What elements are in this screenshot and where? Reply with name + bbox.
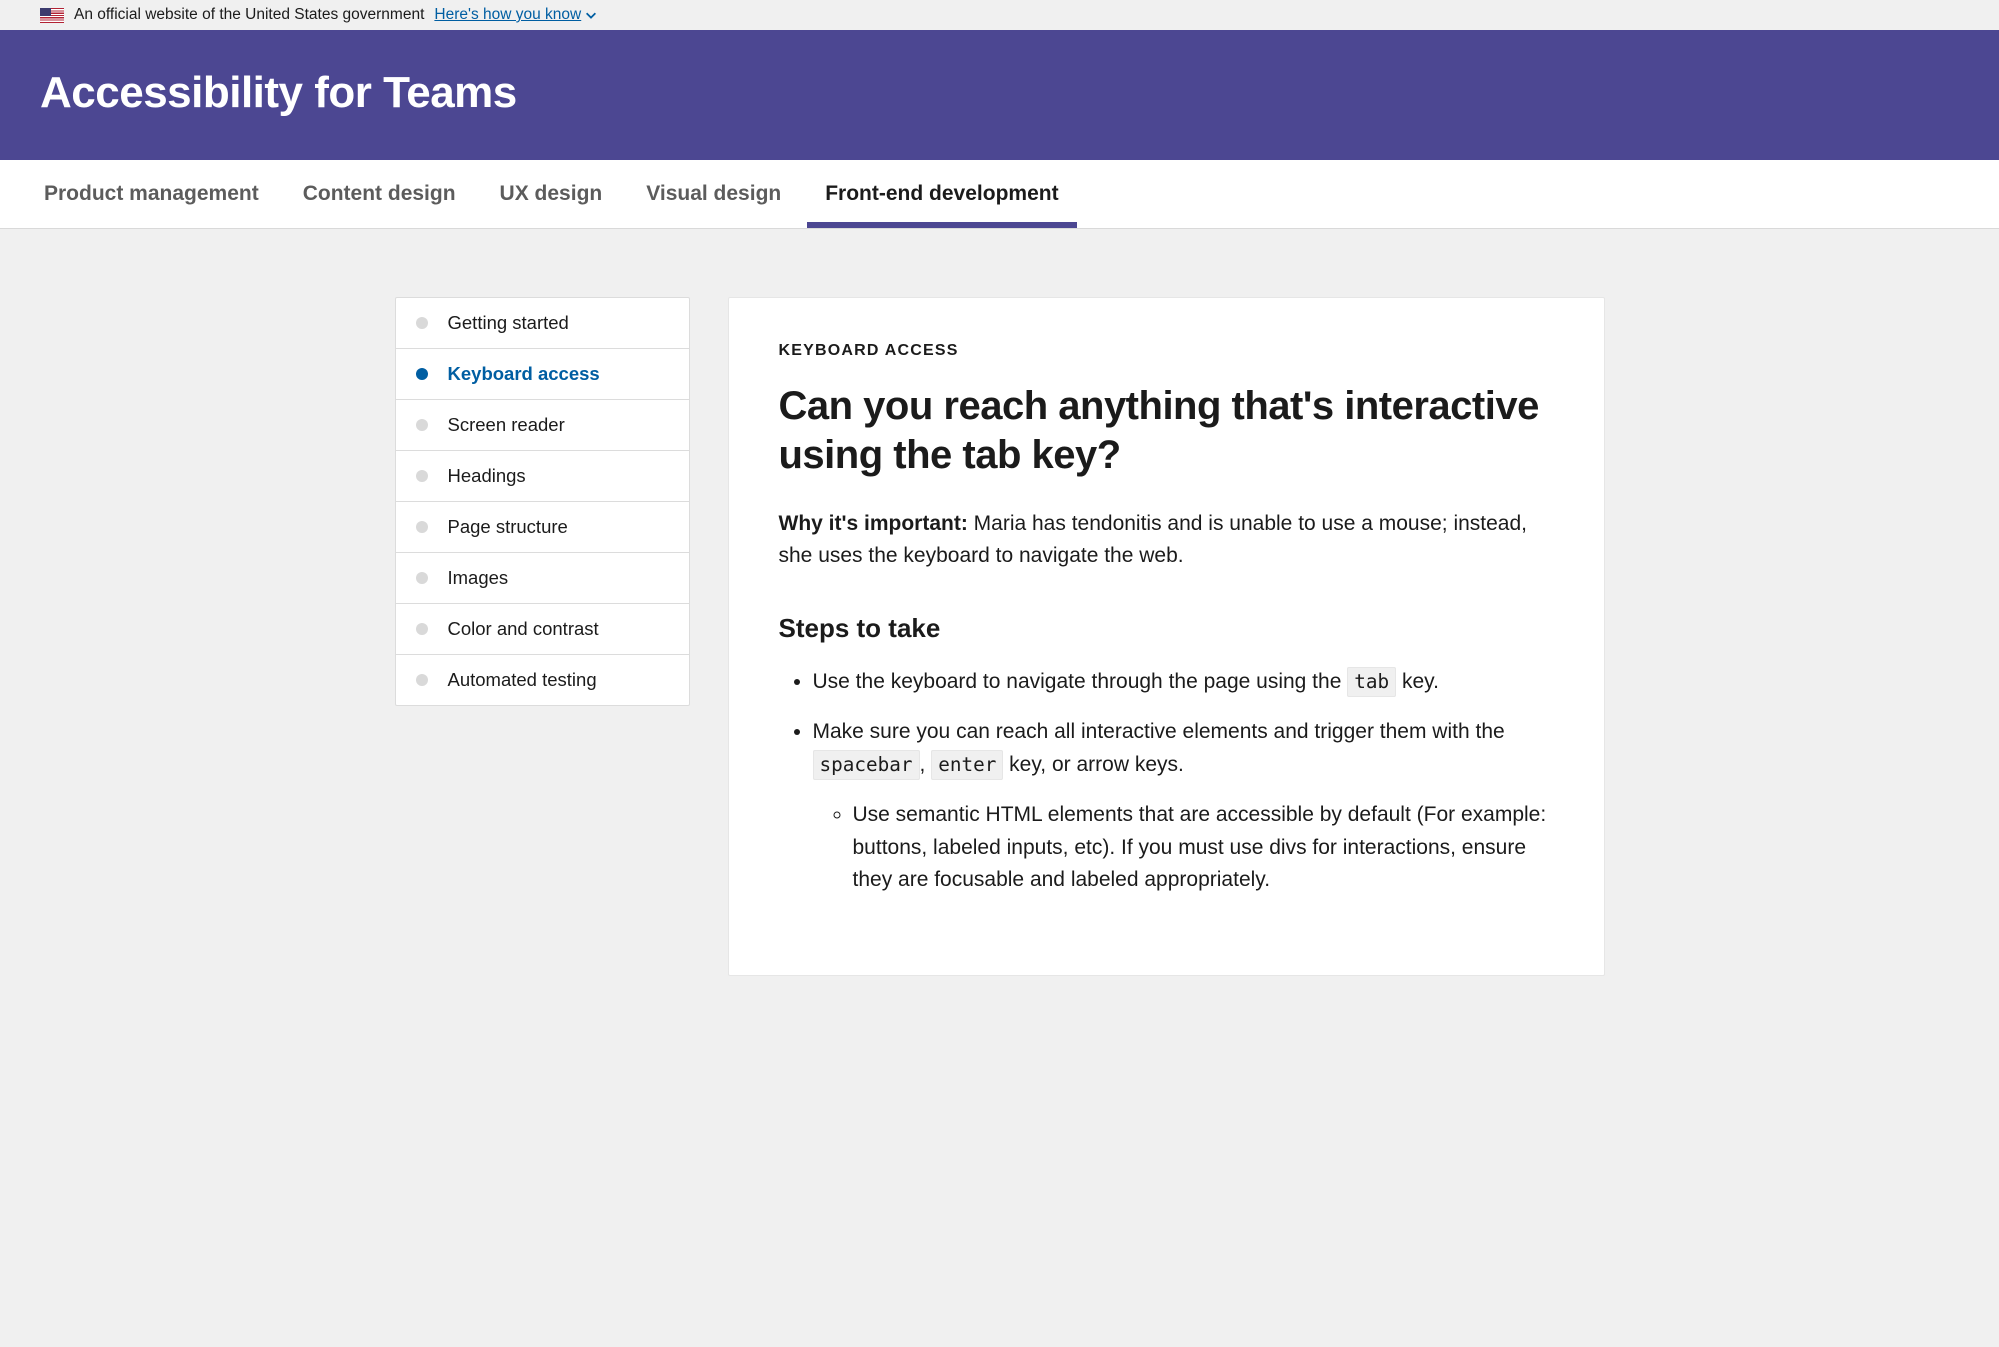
gov-banner-text: An official website of the United States…	[74, 6, 424, 24]
nav-item-front-end-development[interactable]: Front-end development	[807, 160, 1076, 228]
content-kicker: KEYBOARD ACCESS	[779, 342, 1554, 360]
nav-item-content-design[interactable]: Content design	[285, 160, 474, 228]
code-enter: enter	[931, 750, 1003, 780]
step-2-text-a: Make sure you can reach all interactive …	[813, 720, 1505, 743]
sidenav-item-color-and-contrast[interactable]: Color and contrast	[396, 604, 689, 655]
main-content: KEYBOARD ACCESS Can you reach anything t…	[728, 297, 1605, 976]
sidenav-item-getting-started[interactable]: Getting started	[396, 298, 689, 349]
us-flag-icon	[40, 8, 64, 23]
step-2-mid: ,	[920, 753, 932, 776]
code-spacebar: spacebar	[813, 750, 920, 780]
sidenav-item-page-structure[interactable]: Page structure	[396, 502, 689, 553]
primary-nav: Product management Content design UX des…	[0, 160, 1999, 229]
gov-banner-link[interactable]: Here's how you know	[434, 6, 598, 24]
content-intro: Why it's important: Maria has tendonitis…	[779, 508, 1554, 573]
intro-label: Why it's important:	[779, 512, 968, 535]
primary-nav-list: Product management Content design UX des…	[0, 160, 1999, 228]
step-2-text-b: key, or arrow keys.	[1003, 753, 1184, 776]
code-tab: tab	[1347, 667, 1396, 697]
nav-item-ux-design[interactable]: UX design	[482, 160, 621, 228]
sidenav-item-automated-testing[interactable]: Automated testing	[396, 655, 689, 705]
steps-heading: Steps to take	[779, 613, 1554, 644]
step-1-text-b: key.	[1396, 670, 1439, 693]
steps-list: Use the keyboard to navigate through the…	[779, 666, 1554, 897]
gov-banner-link-text: Here's how you know	[434, 6, 581, 24]
sidenav-item-keyboard-access[interactable]: Keyboard access	[396, 349, 689, 400]
step-2-sub-1: Use semantic HTML elements that are acce…	[853, 799, 1554, 897]
sidenav-item-images[interactable]: Images	[396, 553, 689, 604]
step-1: Use the keyboard to navigate through the…	[813, 666, 1554, 699]
step-2-sublist: Use semantic HTML elements that are acce…	[813, 799, 1554, 897]
sidenav: Getting started Keyboard access Screen r…	[395, 297, 690, 706]
step-2: Make sure you can reach all interactive …	[813, 716, 1554, 897]
sidenav-item-headings[interactable]: Headings	[396, 451, 689, 502]
sidenav-item-screen-reader[interactable]: Screen reader	[396, 400, 689, 451]
nav-item-visual-design[interactable]: Visual design	[628, 160, 799, 228]
site-header: Accessibility for Teams	[0, 30, 1999, 160]
chevron-down-icon	[584, 8, 598, 22]
gov-banner: An official website of the United States…	[0, 0, 1999, 30]
step-1-text-a: Use the keyboard to navigate through the…	[813, 670, 1348, 693]
page-wrap: Getting started Keyboard access Screen r…	[355, 229, 1645, 1016]
site-title: Accessibility for Teams	[40, 68, 1959, 118]
nav-item-product-management[interactable]: Product management	[26, 160, 277, 228]
content-title: Can you reach anything that's interactiv…	[779, 382, 1554, 480]
